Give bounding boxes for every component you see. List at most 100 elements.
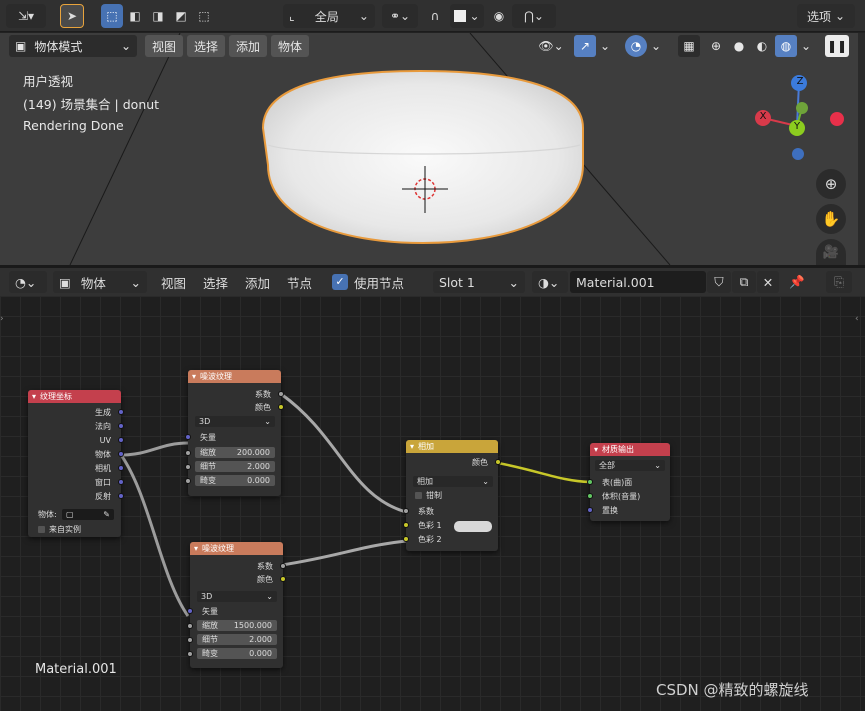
- pin-button[interactable]: 📌: [786, 271, 808, 293]
- target-dropdown[interactable]: 全部 ⌄: [595, 460, 665, 471]
- slot-dropdown[interactable]: Slot 1 ⌄: [433, 271, 525, 293]
- socket-vector[interactable]: [118, 437, 124, 443]
- material-shading-button[interactable]: ◐: [752, 35, 772, 57]
- menu-view[interactable]: 视图: [145, 35, 183, 57]
- socket-shader[interactable]: [587, 479, 593, 485]
- solid-shading-button[interactable]: ●: [729, 35, 749, 57]
- gizmo-neg-y-axis[interactable]: [796, 102, 808, 114]
- unlink-material-button[interactable]: ✕: [757, 271, 779, 293]
- noise-texture-node-1[interactable]: ▾ 噪波纹理 系数 颜色 3D ⌄ 矢量 缩放 200.000 细节 2.000…: [185, 370, 284, 496]
- socket-float[interactable]: [187, 637, 193, 643]
- socket-color[interactable]: [495, 459, 501, 465]
- socket-float[interactable]: [403, 508, 409, 514]
- checkbox-icon[interactable]: [38, 525, 45, 533]
- select-extend-button[interactable]: ◧: [124, 4, 146, 28]
- overlay-dropdown[interactable]: ⌄: [649, 35, 663, 57]
- menu-object[interactable]: 物体: [271, 35, 309, 57]
- fake-user-button[interactable]: ⛉: [707, 271, 731, 293]
- color1-swatch[interactable]: [454, 521, 492, 532]
- socket-float[interactable]: [185, 464, 191, 470]
- socket-float[interactable]: [280, 563, 286, 569]
- options-dropdown[interactable]: 选项 ⌄: [797, 4, 855, 28]
- shader-type-dropdown[interactable]: ▣ 物体 ⌄: [53, 271, 147, 293]
- select-subtract-button[interactable]: ◨: [147, 4, 169, 28]
- socket-float[interactable]: [278, 391, 284, 397]
- mix-rgb-node[interactable]: ▾ 相加 颜色 相加 ⌄ 钳制 系数 色彩 1 色彩 2: [403, 440, 501, 551]
- ne-menu-select[interactable]: 选择: [197, 271, 234, 293]
- falloff-dropdown[interactable]: ⋂⌄: [512, 4, 556, 28]
- material-browse-button[interactable]: ◑⌄: [532, 271, 568, 293]
- socket-vector[interactable]: [118, 479, 124, 485]
- wireframe-shading-button[interactable]: ⊕: [706, 35, 726, 57]
- zoom-button[interactable]: ⊕: [816, 169, 846, 199]
- camera-view-button[interactable]: 🎥: [816, 239, 846, 265]
- select-new-button[interactable]: ⬚: [101, 4, 123, 28]
- transform-pivot-button[interactable]: ⇲▾: [6, 4, 46, 28]
- pivot-point-dropdown[interactable]: ⚭⌄: [382, 4, 418, 28]
- sidebar-toggle[interactable]: ⎘: [826, 271, 852, 293]
- pan-button[interactable]: ✋: [816, 204, 846, 234]
- material-output-node[interactable]: ▾ 材质输出 全部 ⌄ 表(曲)面 体积(音量) 置换: [587, 443, 670, 521]
- node-header[interactable]: ▾ 噪波纹理: [190, 542, 283, 555]
- socket-vector[interactable]: [118, 493, 124, 499]
- noise-texture-node-2[interactable]: ▾ 噪波纹理 系数 颜色 3D ⌄ 矢量 缩放 1500.000 细节 2.00…: [187, 542, 286, 668]
- socket-vector[interactable]: [118, 465, 124, 471]
- socket-float[interactable]: [187, 651, 193, 657]
- gizmo-neg-x-axis[interactable]: [830, 112, 844, 126]
- visibility-dropdown[interactable]: 👁⌄: [534, 35, 568, 57]
- socket-color[interactable]: [403, 522, 409, 528]
- socket-vector[interactable]: [587, 507, 593, 513]
- checkbox-icon[interactable]: [415, 491, 422, 499]
- socket-vector[interactable]: [118, 423, 124, 429]
- socket-vector[interactable]: [118, 409, 124, 415]
- gizmo-neg-z-axis[interactable]: [792, 148, 804, 160]
- socket-vector[interactable]: [118, 451, 124, 457]
- socket-vector[interactable]: [187, 608, 193, 614]
- socket-color[interactable]: [280, 576, 286, 582]
- eyedropper-icon[interactable]: ✎: [103, 510, 110, 519]
- texture-coordinate-node[interactable]: ▾ 纹理坐标 生成 法向 UV 物体 相机 窗口 反射 物体: ▢ ✎ 来自实例: [28, 390, 124, 537]
- overlay-toggle[interactable]: ◔: [625, 35, 647, 57]
- ne-menu-add[interactable]: 添加: [239, 271, 276, 293]
- socket-float[interactable]: [185, 450, 191, 456]
- socket-vector[interactable]: [185, 434, 191, 440]
- collapse-arrow-icon[interactable]: ▾: [410, 442, 414, 451]
- shading-dropdown[interactable]: ⌄: [799, 35, 813, 57]
- detail-field[interactable]: 细节 2.000: [197, 634, 277, 645]
- socket-float[interactable]: [187, 623, 193, 629]
- socket-float[interactable]: [185, 478, 191, 484]
- ne-menu-view[interactable]: 视图: [155, 271, 192, 293]
- detail-field[interactable]: 细节 2.000: [195, 461, 275, 472]
- node-editor-canvas[interactable]: › ‹ ▾ 纹理坐标 生成 法向 UV 物体 相机 窗口 反射 物体: ▢ ✎: [0, 296, 865, 711]
- ne-menu-node[interactable]: 节点: [281, 271, 318, 293]
- material-name-field[interactable]: Material.001: [570, 271, 706, 293]
- dimensions-dropdown[interactable]: 3D ⌄: [195, 416, 275, 427]
- rendered-shading-button[interactable]: ◍: [775, 35, 797, 57]
- xray-toggle[interactable]: ▦: [678, 35, 700, 57]
- collapse-arrow-icon[interactable]: ▾: [594, 445, 598, 454]
- snap-target-dropdown[interactable]: ⌄: [450, 4, 484, 28]
- collapse-arrow-icon[interactable]: ▾: [192, 372, 196, 381]
- distortion-field[interactable]: 畸变 0.000: [195, 475, 275, 486]
- node-header[interactable]: ▾ 材质输出: [590, 443, 670, 456]
- from-instancer-checkbox[interactable]: 来自实例: [38, 524, 81, 534]
- menu-add[interactable]: 添加: [229, 35, 267, 57]
- snap-toggle[interactable]: ∩: [424, 4, 446, 28]
- checkbox-checked-icon[interactable]: ✓: [332, 274, 348, 290]
- socket-color[interactable]: [278, 404, 284, 410]
- orientation-dropdown[interactable]: ⌞ 全局 ⌄: [283, 4, 375, 28]
- node-header[interactable]: ▾ 噪波纹理: [188, 370, 281, 383]
- viewport-scrollbar[interactable]: [858, 33, 865, 265]
- distortion-field[interactable]: 畸变 0.000: [197, 648, 277, 659]
- gizmo-toggle[interactable]: ↗: [574, 35, 596, 57]
- collapse-arrow-icon[interactable]: ▾: [194, 544, 198, 553]
- node-header[interactable]: ▾ 纹理坐标: [28, 390, 121, 403]
- mode-dropdown[interactable]: ▣ 物体模式 ⌄: [9, 35, 137, 57]
- node-header[interactable]: ▾ 相加: [406, 440, 498, 453]
- collapse-arrow-icon[interactable]: ▾: [32, 392, 36, 401]
- editor-type-dropdown[interactable]: ◔⌄: [9, 271, 47, 293]
- select-intersect-button[interactable]: ⬚: [193, 4, 215, 28]
- proportional-edit-toggle[interactable]: ◉: [488, 4, 510, 28]
- object-picker-field[interactable]: ▢ ✎: [62, 509, 114, 520]
- navigation-gizmo[interactable]: [755, 75, 844, 160]
